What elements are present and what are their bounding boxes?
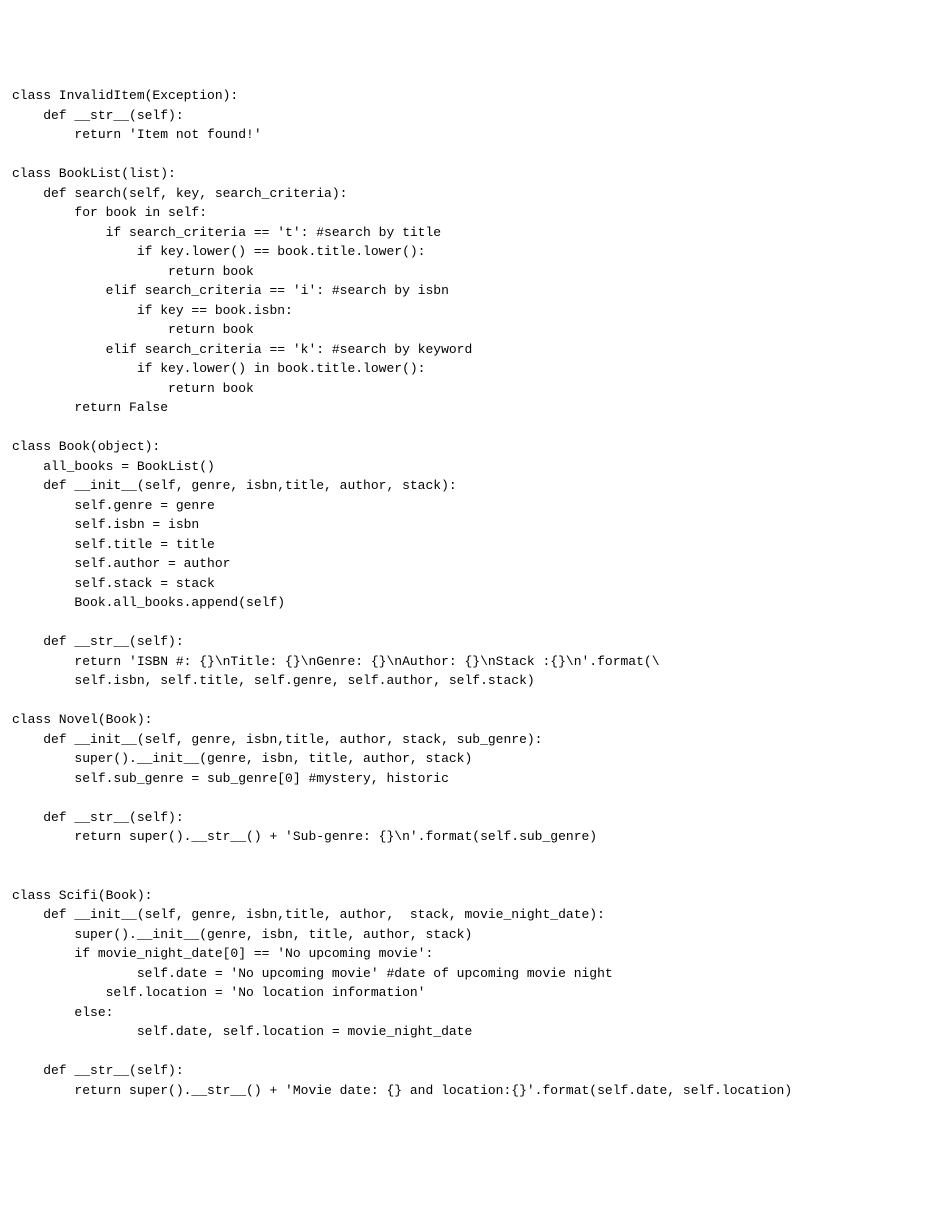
code-block: class InvalidItem(Exception): def __str_… bbox=[12, 86, 940, 1100]
